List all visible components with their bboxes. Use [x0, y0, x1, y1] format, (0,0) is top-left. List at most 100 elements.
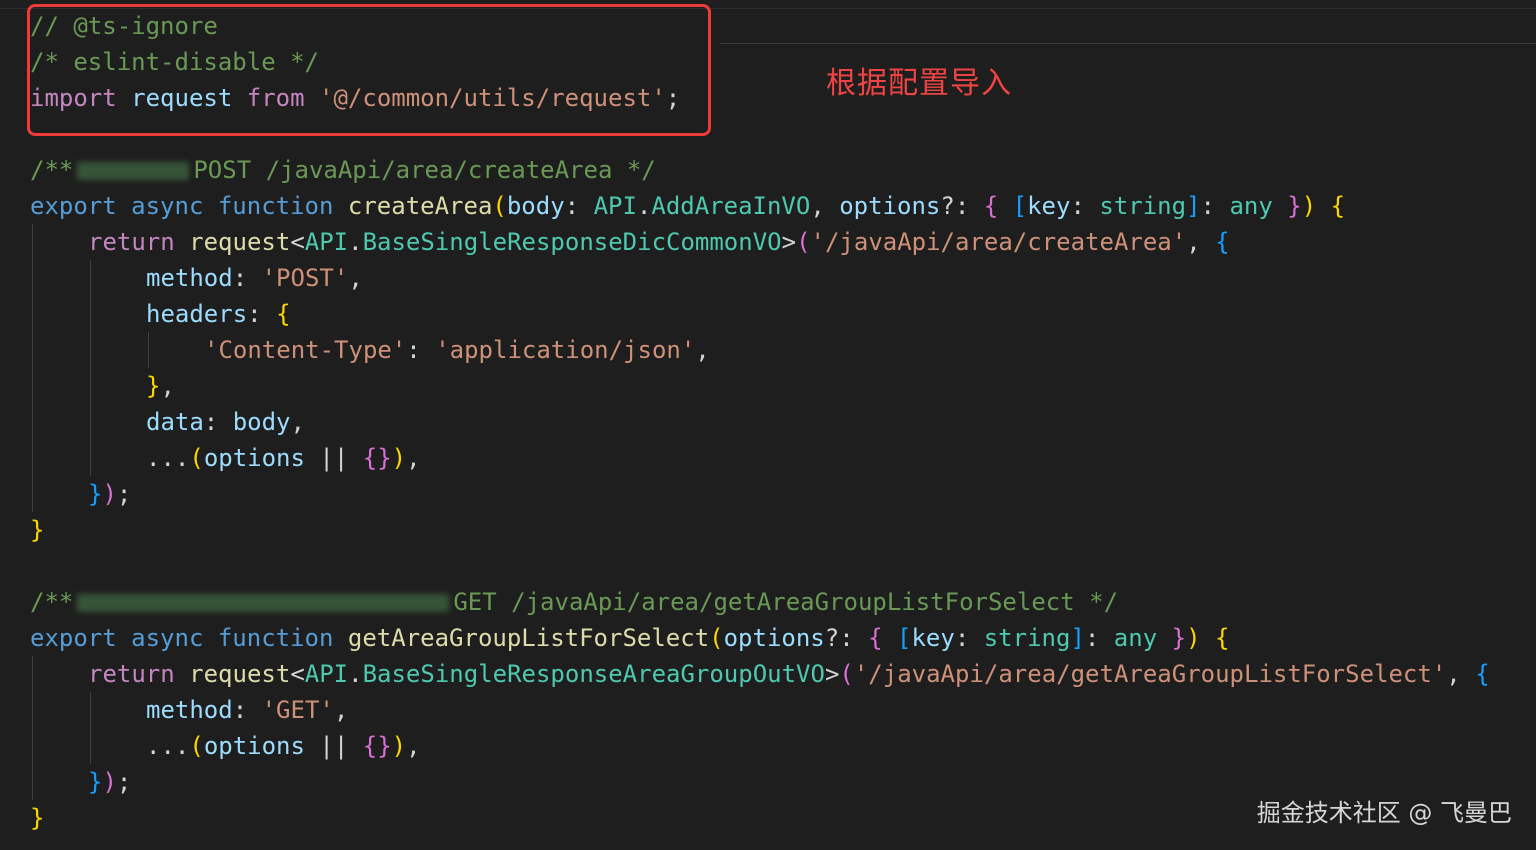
- type-any: any: [1113, 624, 1158, 652]
- keyword-return: return: [88, 660, 175, 688]
- punct: >: [824, 660, 840, 688]
- property-method: method: 'GET',: [146, 692, 348, 728]
- comment-text: POST /javaApi/area/createArea */: [193, 156, 656, 184]
- or-operator: ||: [304, 444, 363, 472]
- bracket: ]: [1186, 192, 1201, 220]
- prop-value: 'POST': [261, 264, 349, 292]
- punct: .: [348, 228, 363, 256]
- paren: (: [189, 732, 204, 760]
- spread-var: options: [203, 444, 305, 472]
- indent-guide: [148, 332, 149, 368]
- prop-value: body: [232, 408, 291, 436]
- type-namespace: API: [304, 660, 349, 688]
- brace: }: [88, 768, 103, 796]
- punct: ,: [290, 408, 305, 436]
- function-signature: export async function getAreaGroupListFo…: [30, 620, 1229, 656]
- brace: }: [88, 480, 103, 508]
- spread-var: options: [203, 732, 305, 760]
- index-key: key: [1027, 192, 1071, 220]
- param-body: body: [506, 192, 565, 220]
- spread-options: ...(options || {}),: [146, 440, 421, 476]
- paren: (: [709, 624, 724, 652]
- property-data: data: body,: [146, 404, 305, 440]
- brace: {: [1475, 660, 1490, 688]
- brace: {: [1330, 192, 1346, 220]
- property-content-type: 'Content-Type': 'application/json',: [204, 332, 710, 368]
- punct: .: [636, 192, 652, 220]
- type-name: BaseSingleResponseAreaGroupOutVO: [362, 660, 825, 688]
- prop-key: method: [146, 264, 233, 292]
- comment-text: GET /javaApi/area/getAreaGroupListForSel…: [453, 588, 1119, 616]
- param-options: options: [839, 192, 941, 220]
- code-editor: // @ts-ignore /* eslint-disable */ impor…: [0, 0, 1536, 850]
- type-any: any: [1229, 192, 1273, 220]
- prop-value: 'application/json': [435, 336, 696, 364]
- punct: :: [1084, 624, 1114, 652]
- prop-key: method: [146, 696, 233, 724]
- punct: ,: [810, 192, 840, 220]
- punct: ?:: [824, 624, 869, 652]
- redacted-text: [77, 594, 450, 612]
- bracket: [: [1012, 192, 1028, 220]
- punct: ;: [116, 480, 132, 508]
- index-key: key: [911, 624, 955, 652]
- brace: {: [983, 192, 999, 220]
- spread-operator: ...: [146, 444, 190, 472]
- punct: ;: [116, 768, 132, 796]
- empty-object: {}: [362, 444, 392, 472]
- call-close: });: [88, 476, 131, 512]
- function-signature: export async function createArea(body: A…: [30, 188, 1345, 224]
- punct: ,: [348, 264, 363, 292]
- brace: {: [1214, 624, 1230, 652]
- param-options: options: [723, 624, 825, 652]
- prop-value: 'GET': [261, 696, 334, 724]
- brace: }: [30, 804, 45, 832]
- keyword-return: return: [88, 228, 175, 256]
- current-line-highlight: [720, 43, 1536, 44]
- punct: :: [954, 624, 984, 652]
- doc-comment: /** GET /javaApi/area/getAreaGroupListFor…: [30, 584, 1118, 620]
- paren: ): [391, 732, 407, 760]
- punct: ,: [695, 336, 710, 364]
- keyword-function: function: [217, 192, 334, 220]
- prop-key-string: 'Content-Type': [204, 336, 407, 364]
- indent-guide: [32, 224, 33, 512]
- highlight-box: [27, 4, 711, 136]
- prop-key: headers: [146, 300, 248, 328]
- bracket: ]: [1070, 624, 1085, 652]
- keyword-async: async: [131, 192, 204, 220]
- punct: :: [203, 408, 233, 436]
- punct: :: [564, 192, 594, 220]
- punct: ,: [406, 732, 421, 760]
- comment-open: /**: [30, 588, 74, 616]
- paren: ): [102, 768, 117, 796]
- punct: ,: [1186, 228, 1216, 256]
- type-string: string: [983, 624, 1071, 652]
- call-close: });: [88, 764, 131, 800]
- punct: :: [1200, 192, 1230, 220]
- function-close: }: [30, 800, 44, 836]
- punct: <: [290, 228, 305, 256]
- return-statement: return request<API.BaseSingleResponseDic…: [88, 224, 1230, 260]
- prop-key: data: [146, 408, 204, 436]
- punct: ,: [406, 444, 421, 472]
- redacted-text: [77, 162, 190, 180]
- paren: (: [796, 228, 811, 256]
- call-request: request: [189, 228, 291, 256]
- punct: ,: [333, 696, 349, 724]
- brace: {: [868, 624, 883, 652]
- call-request: request: [189, 660, 291, 688]
- paren: (: [839, 660, 854, 688]
- paren: ): [391, 444, 407, 472]
- paren: ): [1301, 192, 1317, 220]
- punct: ,: [1446, 660, 1476, 688]
- type-string: string: [1099, 192, 1187, 220]
- indent-guide: [32, 656, 33, 800]
- function-name: createArea: [347, 192, 493, 220]
- function-close: }: [30, 512, 44, 548]
- keyword-export: export: [30, 192, 117, 220]
